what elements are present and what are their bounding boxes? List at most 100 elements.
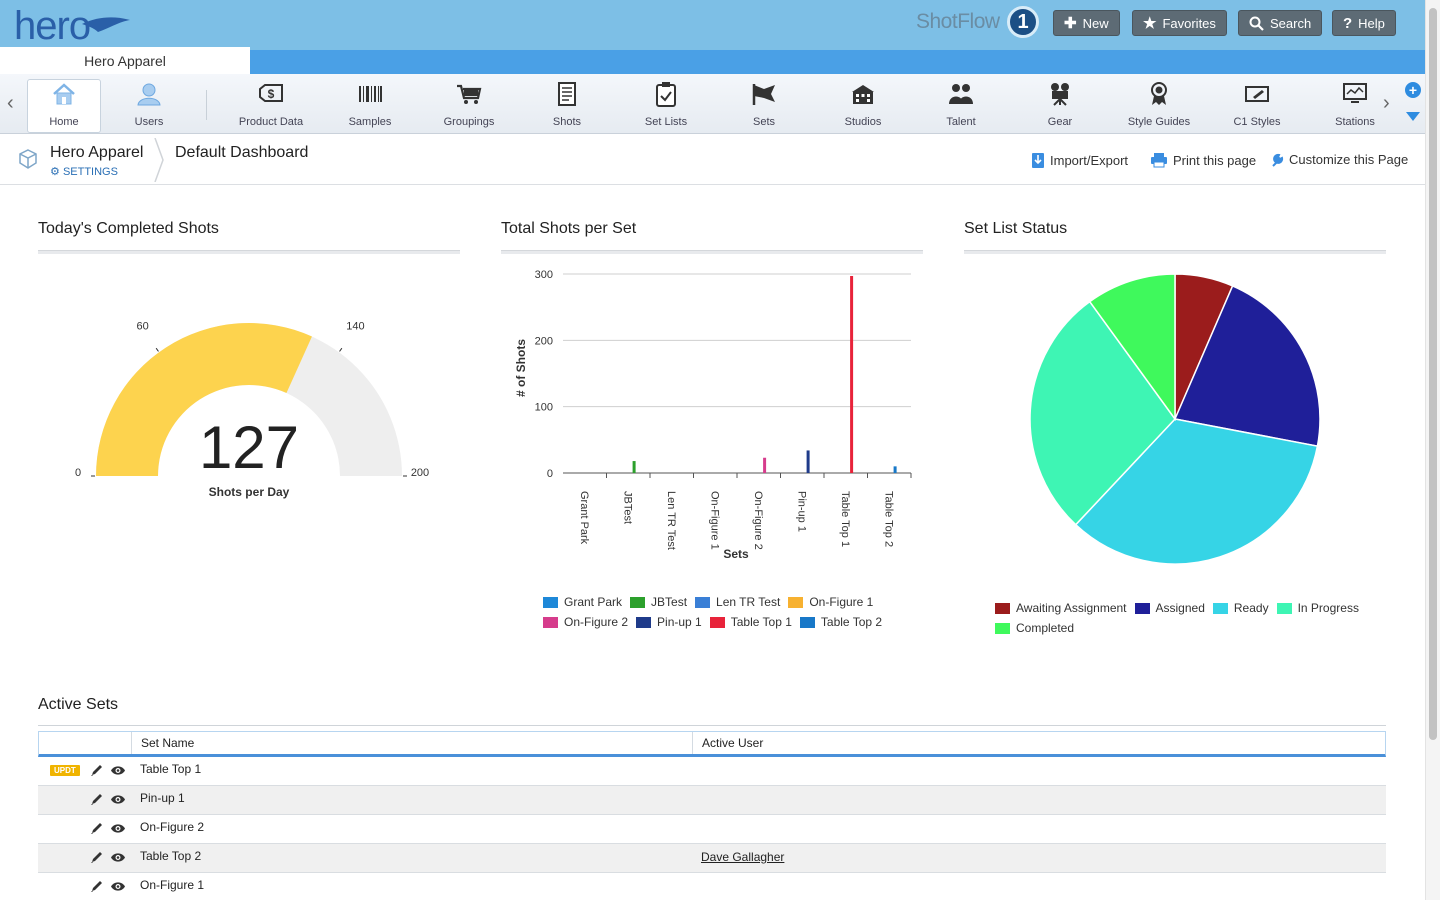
award-icon <box>1114 80 1204 108</box>
bar-legend-item[interactable]: On-Figure 1 <box>788 592 873 612</box>
import-export-link[interactable]: Import/Export <box>1031 152 1128 169</box>
legend-swatch <box>799 616 815 628</box>
clipboard-icon <box>621 80 711 108</box>
toolbar-item-style-guides[interactable]: Style Guides <box>1114 80 1204 130</box>
bar-legend-item[interactable]: Grant Park <box>543 592 622 612</box>
gauge-tick-high <box>339 347 343 352</box>
eye-icon[interactable] <box>110 823 126 834</box>
col-active-user[interactable]: Active User <box>692 732 763 754</box>
toolbar-item-label: C1 Styles <box>1233 116 1281 128</box>
toolbar-scroll-left-icon[interactable]: ‹ <box>7 92 14 115</box>
print-link[interactable]: Print this page <box>1150 152 1256 168</box>
favorites-button-label: Favorites <box>1162 15 1216 31</box>
toolbar-item-studios[interactable]: Studios <box>818 80 908 130</box>
search-button[interactable]: Search <box>1238 10 1323 36</box>
table-row[interactable]: On-Figure 1 <box>38 873 1386 900</box>
toolbar-item-label: Users <box>134 116 164 128</box>
bar-legend-item[interactable]: Table Top 1 <box>709 612 792 632</box>
pencil-icon[interactable] <box>90 821 104 835</box>
settings-link-label: SETTINGS <box>62 166 118 178</box>
bar-legend-item[interactable]: On-Figure 2 <box>543 612 628 632</box>
bar-jbtest[interactable] <box>632 461 636 473</box>
toolbar-item-home[interactable]: Home <box>27 79 101 133</box>
user-icon <box>104 80 194 108</box>
legend-swatch <box>709 616 725 628</box>
add-toolbar-item-icon[interactable]: + <box>1405 82 1421 98</box>
table-row[interactable]: On-Figure 2 <box>38 815 1386 844</box>
col-set-name[interactable]: Set Name <box>131 732 194 754</box>
gauge-max-label: 200 <box>411 467 429 479</box>
active-user-link[interactable]: Dave Gallagher <box>701 850 784 864</box>
bar-legend-item[interactable]: Pin-up 1 <box>636 612 702 632</box>
pencil-icon[interactable] <box>90 763 104 777</box>
toolbar-item-groupings[interactable]: Groupings <box>424 80 514 130</box>
pie-legend-item[interactable]: In Progress <box>1276 598 1359 618</box>
pencil-icon[interactable] <box>90 879 104 893</box>
pie-legend-item[interactable]: Awaiting Assignment <box>995 598 1127 618</box>
legend-swatch <box>1276 602 1292 614</box>
toolbar-item-set-lists[interactable]: Set Lists <box>621 80 711 130</box>
help-button[interactable]: ? Help <box>1332 10 1396 36</box>
customize-label: Customize this Page <box>1289 152 1409 167</box>
toolbar-item-shots[interactable]: Shots <box>522 80 612 130</box>
page-scrollbar-thumb[interactable] <box>1429 8 1437 740</box>
home-icon <box>28 80 100 108</box>
new-button[interactable]: ✚ New <box>1053 10 1120 36</box>
bar-table-top-1[interactable] <box>850 275 854 473</box>
bar-legend-item[interactable]: JBTest <box>630 592 687 612</box>
eye-icon[interactable] <box>110 881 126 892</box>
legend-swatch <box>636 616 652 628</box>
breadcrumb-dashboard: Default Dashboard <box>175 144 309 161</box>
pie-legend-item[interactable]: Ready <box>1212 598 1269 618</box>
legend-swatch <box>695 596 711 608</box>
breadcrumb-org[interactable]: Hero Apparel <box>50 144 143 162</box>
toolbar-item-sets[interactable]: Sets <box>719 80 809 130</box>
monitor-icon <box>1310 80 1400 108</box>
bar-table-top-2[interactable] <box>893 466 897 473</box>
toolbar-item-stations[interactable]: Stations <box>1310 80 1400 130</box>
bar-on-figure-2[interactable] <box>763 457 767 473</box>
toolbar-item-label: Product Data <box>238 116 304 128</box>
table-row[interactable]: UPDT Table Top 1 <box>38 757 1386 786</box>
new-button-label: New <box>1082 15 1109 31</box>
eye-icon[interactable] <box>110 852 126 863</box>
app-window: hero ShotFlow 1 ✚ New ★ Favorites Search… <box>0 0 1440 900</box>
table-row[interactable]: Table Top 2 Dave Gallagher <box>38 844 1386 873</box>
toolbar-item-gear[interactable]: Gear <box>1015 80 1105 130</box>
legend-swatch <box>1212 602 1228 614</box>
barcode-icon <box>325 80 415 108</box>
account-tab[interactable]: Hero Apparel <box>0 47 250 75</box>
bar-legend-label: JBTest <box>651 595 688 609</box>
toolbar-item-samples[interactable]: Samples <box>325 80 415 130</box>
pencil-icon[interactable] <box>90 850 104 864</box>
bar-legend-item[interactable]: Table Top 2 <box>799 612 882 632</box>
toolbar-item-label: Style Guides <box>1127 116 1191 128</box>
legend-swatch <box>995 602 1010 614</box>
pie-legend-item[interactable]: Assigned <box>1134 598 1205 618</box>
toolbar-item-product-data[interactable]: $ Product Data <box>226 80 316 130</box>
eye-icon[interactable] <box>110 794 126 805</box>
pencil-icon[interactable] <box>90 792 104 806</box>
pie-legend-label: Assigned <box>1155 601 1205 615</box>
logo-swoosh-icon <box>82 17 130 32</box>
toolbar-dropdown-icon[interactable] <box>1406 112 1420 121</box>
hero-logo[interactable]: hero <box>14 4 91 49</box>
gauge-value: 127 <box>199 414 299 481</box>
bar-x-axis-title: Sets <box>723 547 749 561</box>
pie-legend-item[interactable]: Completed <box>995 618 1074 638</box>
customize-link[interactable]: Customize this Page <box>1270 152 1408 167</box>
bar-legend-item[interactable]: Len TR Test <box>695 592 780 612</box>
tag-icon: $ <box>226 80 316 108</box>
toolbar-item-talent[interactable]: Talent <box>916 80 1006 130</box>
active-sets-header: Set Name Active User <box>38 731 1386 757</box>
toolbar-item-users[interactable]: Users <box>104 80 194 130</box>
bar-pin-up-1[interactable] <box>806 450 810 473</box>
camera-icon <box>1015 80 1105 108</box>
gauge-caption: Shots per Day <box>209 485 290 499</box>
favorites-button[interactable]: ★ Favorites <box>1132 10 1227 36</box>
bar-legend-label: On-Figure 1 <box>809 595 874 609</box>
toolbar-item-c1-styles[interactable]: C1 Styles <box>1212 80 1302 130</box>
settings-link[interactable]: ⚙ SETTINGS <box>50 165 118 178</box>
eye-icon[interactable] <box>110 765 126 776</box>
table-row[interactable]: Pin-up 1 <box>38 786 1386 815</box>
